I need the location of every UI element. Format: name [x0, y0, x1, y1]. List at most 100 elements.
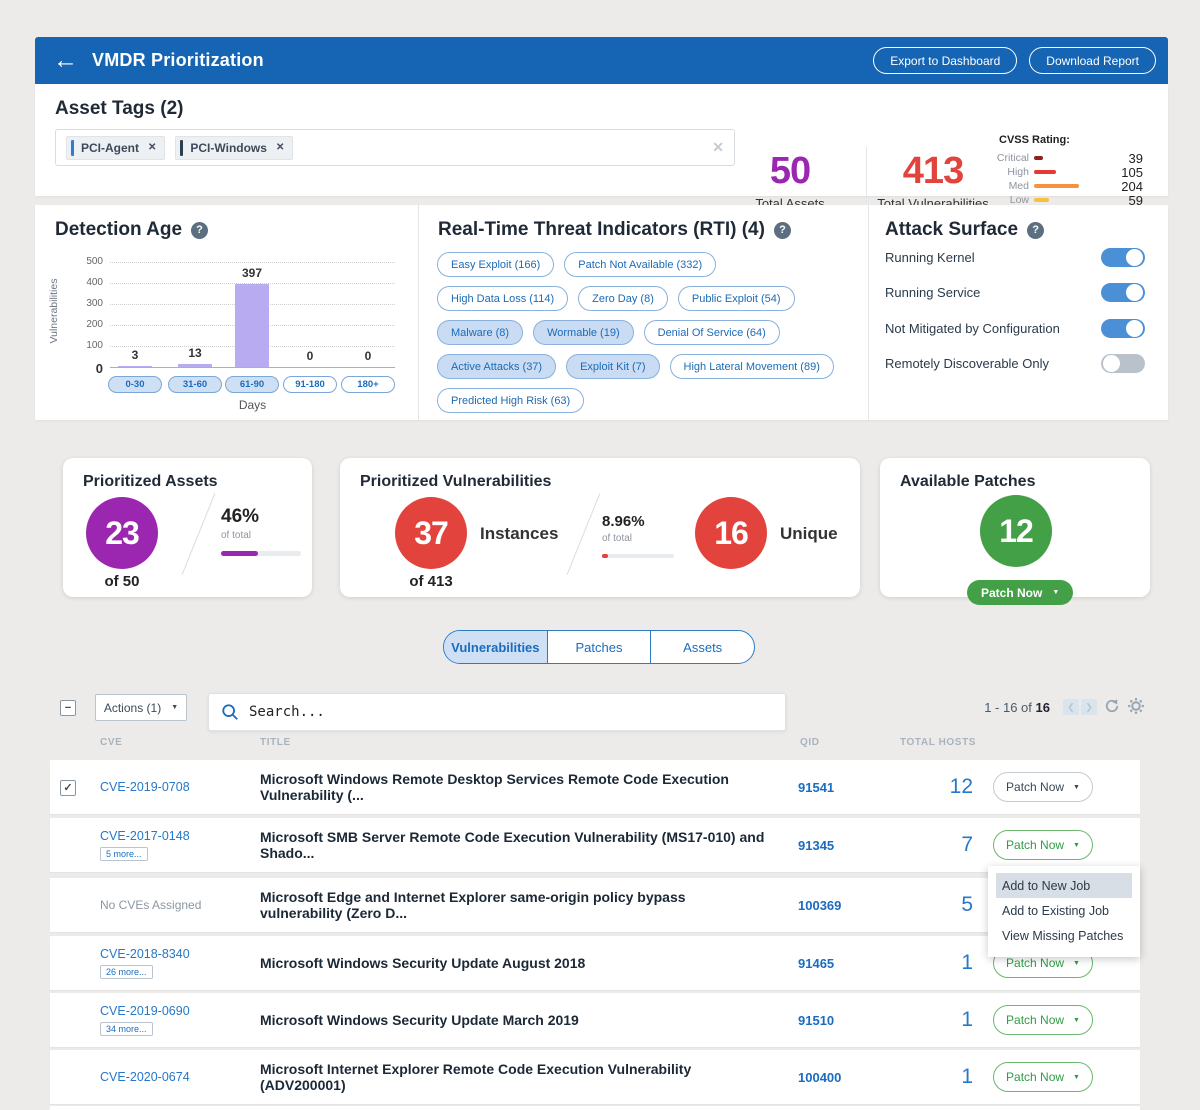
- qid-link[interactable]: 100400: [798, 1070, 878, 1085]
- rti-filter-pill[interactable]: Malware (8): [437, 320, 523, 345]
- rti-filter-pill[interactable]: Active Attacks (37): [437, 354, 556, 379]
- qid-link[interactable]: 91465: [798, 956, 878, 971]
- cve-link[interactable]: CVE-2017-0148: [100, 829, 190, 843]
- column-header-qid[interactable]: QID: [800, 737, 820, 748]
- remove-tag-icon[interactable]: ✕: [148, 142, 156, 153]
- tab-assets[interactable]: Assets: [650, 631, 754, 663]
- help-icon[interactable]: ?: [191, 222, 208, 239]
- total-hosts-value[interactable]: 1: [878, 951, 973, 975]
- table-row: ✓ CVE-2017-0148 5 more... Microsoft SMB …: [50, 818, 1140, 872]
- patch-now-button[interactable]: Patch Now ▼: [993, 772, 1093, 802]
- prioritized-assets-card: Prioritized Assets 23 of 50 46% of total: [63, 458, 312, 597]
- tab-patches[interactable]: Patches: [547, 631, 651, 663]
- total-hosts-value[interactable]: 7: [878, 833, 973, 857]
- rti-filter-pill[interactable]: Zero Day (8): [578, 286, 668, 311]
- rti-filter-pill[interactable]: Patch Not Available (332): [564, 252, 716, 277]
- chevron-down-icon: ▼: [1073, 1017, 1080, 1024]
- toggle-switch[interactable]: [1101, 354, 1145, 373]
- available-patches-circle: 12: [980, 495, 1052, 567]
- rti-filter-pill[interactable]: Public Exploit (54): [678, 286, 795, 311]
- column-header-cve[interactable]: CVE: [100, 737, 122, 748]
- age-range-pill[interactable]: 91-180: [283, 376, 337, 393]
- rti-filter-pill[interactable]: Exploit Kit (7): [566, 354, 659, 379]
- chart-x-axis-label: Days: [110, 398, 395, 412]
- patch-now-button[interactable]: Patch Now ▼: [993, 1062, 1093, 1092]
- settings-gear-icon[interactable]: [1127, 697, 1145, 720]
- rti-filter-pill[interactable]: High Data Loss (114): [437, 286, 568, 311]
- help-icon[interactable]: ?: [1027, 222, 1044, 239]
- cvss-severity-label: Critical: [983, 152, 1029, 164]
- more-cves-chip[interactable]: 34 more...: [100, 1022, 153, 1036]
- total-hosts-value[interactable]: 1: [878, 1065, 973, 1089]
- cve-link[interactable]: CVE-2020-0674: [100, 1070, 190, 1084]
- cve-link[interactable]: CVE-2018-8340: [100, 947, 190, 961]
- attack-surface-label: Remotely Discoverable Only: [885, 356, 1049, 371]
- search-icon: [221, 703, 239, 721]
- chart-y-tick: 500: [73, 256, 103, 267]
- actions-dropdown-button[interactable]: Actions (1) ▼: [95, 694, 187, 721]
- patch-now-button[interactable]: Patch Now ▼: [993, 830, 1093, 860]
- more-cves-chip[interactable]: 26 more...: [100, 965, 153, 979]
- pagination-info: 1 - 16 of 16: [940, 700, 1050, 715]
- cve-link[interactable]: CVE-2019-0708: [100, 780, 190, 794]
- chart-bar[interactable]: [235, 284, 269, 367]
- chart-y-tick: 300: [73, 298, 103, 309]
- tab-vulnerabilities[interactable]: Vulnerabilities: [444, 631, 547, 663]
- attack-surface-label: Not Mitigated by Configuration: [885, 321, 1060, 336]
- toggle-switch[interactable]: [1101, 283, 1145, 302]
- rti-filter-pill[interactable]: Easy Exploit (166): [437, 252, 554, 277]
- qid-link[interactable]: 91345: [798, 838, 878, 853]
- cve-link[interactable]: CVE-2019-0690: [100, 1004, 190, 1018]
- help-icon[interactable]: ?: [774, 222, 791, 239]
- clear-tags-icon[interactable]: ✕: [712, 139, 724, 156]
- prev-page-icon[interactable]: ❮: [1063, 699, 1079, 715]
- rti-filter-pill[interactable]: High Lateral Movement (89): [670, 354, 834, 379]
- export-to-dashboard-button[interactable]: Export to Dashboard: [873, 47, 1017, 74]
- age-range-pill[interactable]: 31-60: [168, 376, 222, 393]
- back-arrow-icon[interactable]: ←: [53, 48, 78, 73]
- next-page-icon[interactable]: ❯: [1081, 699, 1097, 715]
- patch-now-button[interactable]: Patch Now ▼: [993, 1005, 1093, 1035]
- vulnerability-title: Microsoft Windows Security Update March …: [260, 1012, 770, 1028]
- tag-label: PCI-Windows: [190, 141, 267, 155]
- rti-filter-pill[interactable]: Predicted High Risk (63): [437, 388, 584, 413]
- cvss-row: Med 204: [983, 179, 1143, 193]
- table-row: ✓ CVE-2019-0690 34 more... Microsoft Win…: [50, 993, 1140, 1047]
- age-range-pill[interactable]: 61-90: [225, 376, 279, 393]
- row-checkbox[interactable]: ✓: [60, 780, 76, 796]
- more-cves-chip[interactable]: 5 more...: [100, 847, 148, 861]
- total-hosts-value[interactable]: 1: [878, 1008, 973, 1032]
- menu-item[interactable]: Add to New Job: [996, 873, 1132, 898]
- menu-item[interactable]: Add to Existing Job: [996, 898, 1132, 923]
- total-hosts-value[interactable]: 12: [878, 775, 973, 799]
- select-all-checkbox[interactable]: −: [60, 700, 76, 716]
- asset-tags-input[interactable]: PCI-Agent ✕ PCI-Windows ✕ ✕: [55, 129, 735, 166]
- age-range-pill[interactable]: 180+: [341, 376, 395, 393]
- view-tabs: VulnerabilitiesPatchesAssets: [443, 630, 755, 664]
- table-row: ✓ No CVEs Assigned Microsoft Edge and In…: [50, 878, 1140, 932]
- remove-tag-icon[interactable]: ✕: [276, 142, 284, 153]
- total-hosts-value[interactable]: 5: [878, 893, 973, 917]
- column-header-title[interactable]: TITLE: [260, 737, 291, 748]
- attack-surface-label: Running Service: [885, 285, 980, 300]
- vulnerability-title: Microsoft Internet Explorer Remote Code …: [260, 1061, 770, 1093]
- age-range-pill[interactable]: 0-30: [108, 376, 162, 393]
- column-header-total-hosts[interactable]: TOTAL HOSTS: [900, 737, 976, 748]
- qid-link[interactable]: 91541: [798, 780, 878, 795]
- refresh-icon[interactable]: [1103, 697, 1121, 720]
- diagonal-divider: [182, 493, 216, 575]
- total-vulnerabilities-stat: 413 Total Vulnerabilities: [873, 152, 993, 211]
- toggle-switch[interactable]: [1101, 248, 1145, 267]
- toggle-switch[interactable]: [1101, 319, 1145, 338]
- rti-filter-pill[interactable]: Denial Of Service (64): [644, 320, 780, 345]
- menu-item[interactable]: View Missing Patches: [996, 923, 1132, 948]
- percent-value: 46%: [221, 506, 259, 528]
- download-report-button[interactable]: Download Report: [1029, 47, 1156, 74]
- qid-link[interactable]: 91510: [798, 1013, 878, 1028]
- search-input[interactable]: [249, 704, 773, 720]
- asset-tags-section: Asset Tags (2) PCI-Agent ✕ PCI-Windows ✕…: [35, 84, 1168, 196]
- patch-now-button[interactable]: Patch Now ▼: [967, 580, 1073, 605]
- vulnerability-title: Microsoft Windows Security Update August…: [260, 955, 770, 971]
- rti-filter-pill[interactable]: Wormable (19): [533, 320, 634, 345]
- qid-link[interactable]: 100369: [798, 898, 878, 913]
